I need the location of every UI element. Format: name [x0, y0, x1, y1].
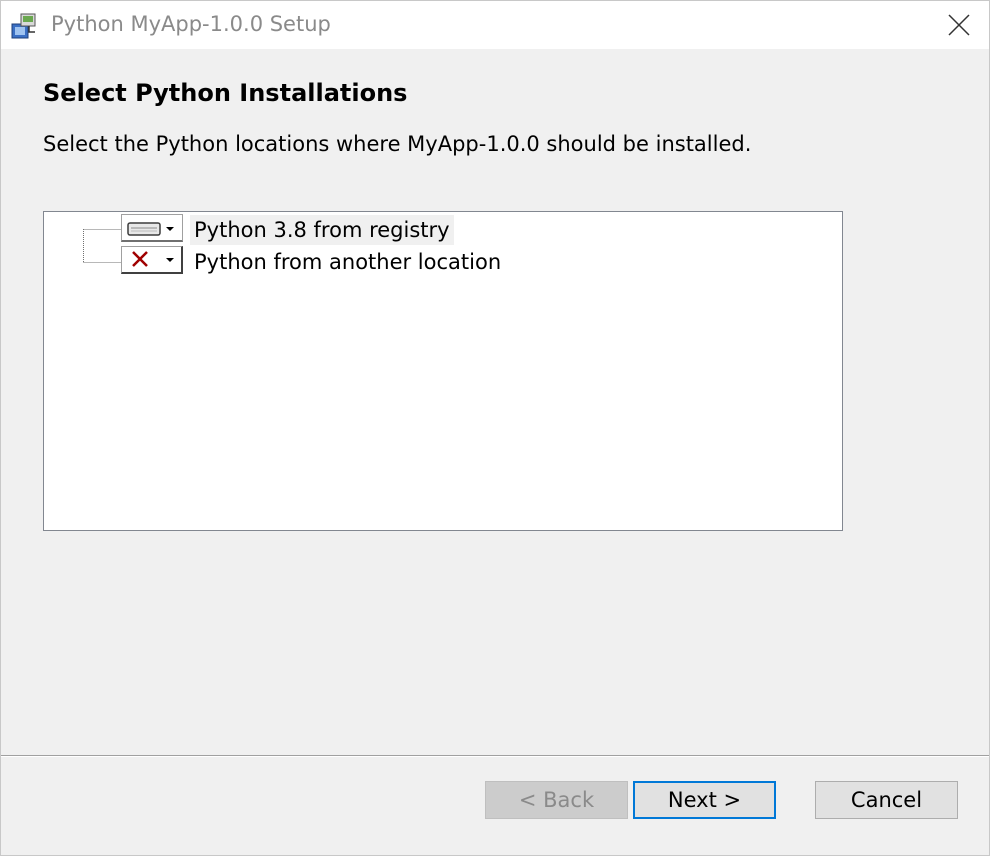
feature-state-dropdown-other[interactable]: [121, 246, 183, 274]
back-button[interactable]: < Back: [485, 781, 628, 819]
page-heading: Select Python Installations: [43, 79, 408, 107]
footer-separator: [1, 755, 989, 757]
setup-window: Python MyApp-1.0.0 Setup Select Python I…: [0, 0, 990, 856]
cancel-button[interactable]: Cancel: [815, 781, 958, 819]
next-button[interactable]: Next >: [633, 781, 776, 819]
close-button[interactable]: [929, 1, 989, 49]
feature-label-registry[interactable]: Python 3.8 from registry: [190, 215, 454, 245]
installer-app-icon: [9, 10, 41, 40]
feature-label-other[interactable]: Python from another location: [190, 247, 505, 277]
feature-tree[interactable]: Python 3.8 from registry Python from ano…: [43, 211, 843, 531]
window-title: Python MyApp-1.0.0 Setup: [51, 12, 331, 36]
feature-state-dropdown-registry[interactable]: [121, 214, 183, 242]
red-x-icon: [132, 251, 174, 267]
page-description: Select the Python locations where MyApp-…: [43, 132, 752, 156]
close-icon: [948, 14, 970, 36]
title-bar: Python MyApp-1.0.0 Setup: [1, 1, 989, 49]
hard-drive-icon: [127, 222, 174, 236]
